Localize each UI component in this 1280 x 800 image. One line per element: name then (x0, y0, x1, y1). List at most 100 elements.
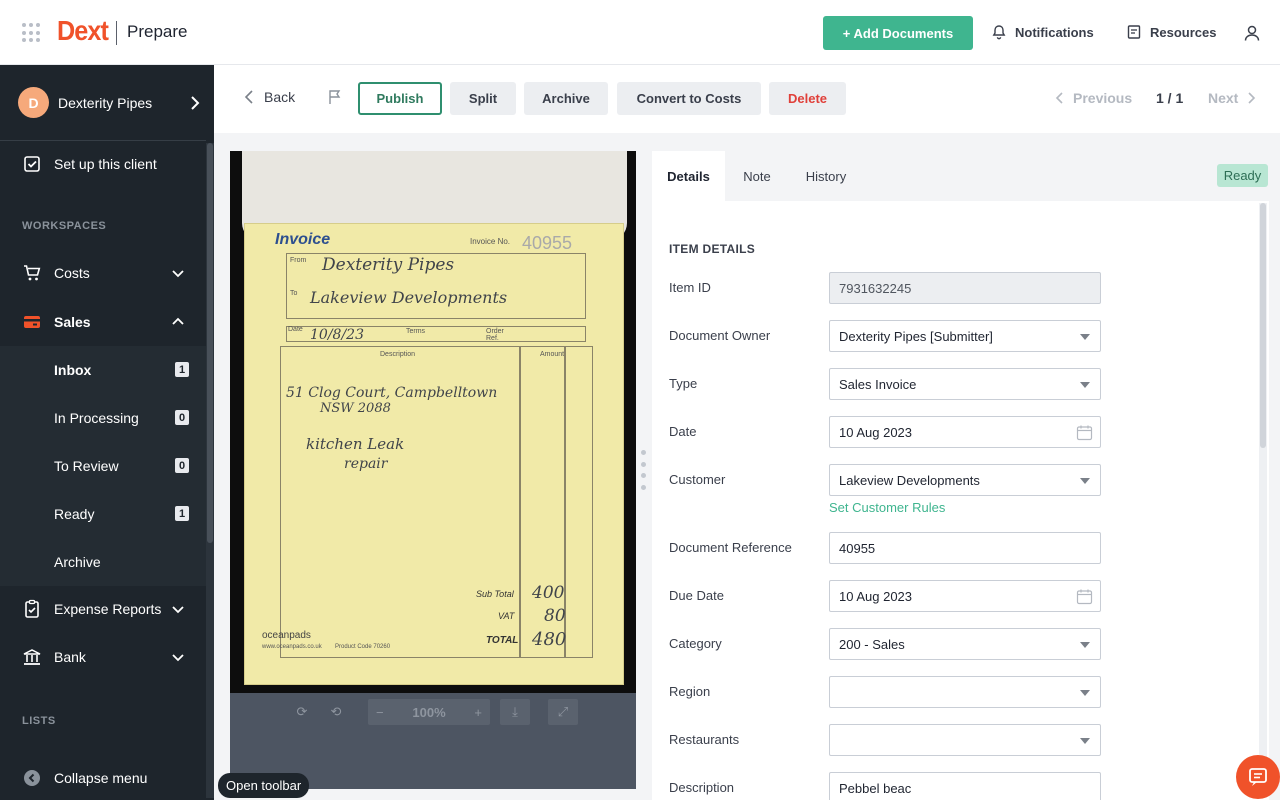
previous-button[interactable]: Previous (1055, 90, 1132, 106)
customer-select[interactable]: Lakeview Developments (829, 464, 1101, 496)
client-avatar: D (18, 87, 49, 118)
credit-card-icon (24, 316, 40, 328)
details-scrollbar[interactable] (1259, 203, 1267, 793)
document-owner-value: Dexterity Pipes [Submitter] (839, 328, 993, 344)
set-customer-rules-link[interactable]: Set Customer Rules (829, 500, 945, 515)
description-line: 51 Clog Court, Campbelltown (286, 385, 498, 401)
download-icon[interactable]: ⤓ (500, 699, 530, 725)
notifications-link[interactable]: Notifications (991, 24, 1094, 40)
type-value: Sales Invoice (839, 376, 917, 392)
caret-down-icon (1080, 382, 1090, 388)
due-date-field[interactable]: 10 Aug 2023 (829, 580, 1101, 612)
back-button[interactable]: Back (244, 89, 295, 105)
description-input[interactable]: Pebbel beac (829, 772, 1101, 800)
user-icon[interactable] (1243, 24, 1261, 42)
details-panel: Details Note History Ready ITEM DETAILS … (652, 151, 1269, 800)
chevron-left-icon (244, 90, 253, 104)
customer-label: Customer (669, 472, 726, 487)
item-id-field: 7931632245 (829, 272, 1101, 304)
sidebar-item-label: Expense Reports (54, 601, 162, 617)
sidebar-item-costs[interactable]: Costs (0, 249, 206, 297)
document-viewer[interactable]: Invoice Invoice No. 40955 From Dexterity… (230, 151, 636, 789)
restaurants-select[interactable] (829, 724, 1101, 756)
rotate-right-icon[interactable]: ⟳ (288, 699, 316, 725)
to-value: Lakeview Developments (310, 288, 508, 307)
add-documents-button[interactable]: + Add Documents (823, 16, 973, 50)
expand-icon[interactable]: ⤢ (548, 699, 578, 725)
resources-link[interactable]: Resources (1126, 24, 1216, 40)
tab-details[interactable]: Details (652, 151, 725, 201)
category-label: Category (669, 636, 722, 651)
count-badge: 1 (175, 362, 189, 377)
date-label: Date (288, 326, 303, 333)
sidebar-item-label: Costs (54, 265, 90, 281)
calendar-icon[interactable] (1076, 424, 1093, 441)
logo-divider (116, 21, 117, 45)
sidebar-item-label: To Review (54, 458, 119, 474)
sidebar-item-bank[interactable]: Bank (0, 633, 206, 681)
chat-support-button[interactable] (1236, 755, 1280, 799)
sidebar-item-to-review[interactable]: To Review 0 (0, 442, 206, 490)
split-button[interactable]: Split (450, 82, 516, 115)
due-date-value: 10 Aug 2023 (839, 588, 913, 604)
client-selector[interactable]: D Dexterity Pipes (0, 65, 206, 141)
zoom-level: 100% (412, 704, 446, 720)
delete-button[interactable]: Delete (769, 82, 846, 115)
cart-icon (24, 265, 41, 281)
clipboard-check-icon (25, 599, 39, 618)
convert-to-costs-button[interactable]: Convert to Costs (617, 82, 761, 115)
notifications-label: Notifications (1015, 24, 1094, 40)
panel-resize-handle[interactable] (641, 450, 647, 490)
next-button[interactable]: Next (1208, 90, 1256, 106)
sidebar-item-archive[interactable]: Archive (0, 538, 206, 586)
client-name: Dexterity Pipes (58, 95, 153, 111)
sidebar-item-label: Set up this client (54, 156, 157, 172)
description-label: Description (669, 780, 735, 795)
sidebar-item-expense-reports[interactable]: Expense Reports (0, 585, 206, 633)
collapse-menu-button[interactable]: Collapse menu (0, 754, 206, 800)
sidebar-item-label: Collapse menu (54, 770, 148, 786)
document-reference-input[interactable]: 40955 (829, 532, 1101, 564)
tab-history[interactable]: History (794, 151, 858, 201)
sidebar-scrollbar[interactable] (206, 143, 214, 798)
description-header: Description (380, 351, 416, 358)
sidebar-item-inbox[interactable]: Inbox 1 (0, 346, 206, 394)
dext-logo[interactable]: Dext (57, 15, 109, 47)
region-select[interactable] (829, 676, 1101, 708)
pad-url: www.oceanpads.co.uk (262, 644, 322, 650)
caret-down-icon (1080, 642, 1090, 648)
from-value: Dexterity Pipes (322, 255, 455, 275)
rotate-left-icon[interactable]: ⟲ (322, 699, 350, 725)
sidebar-item-setup[interactable]: Set up this client (0, 140, 206, 188)
type-select[interactable]: Sales Invoice (829, 368, 1101, 400)
sidebar-item-ready[interactable]: Ready 1 (0, 490, 206, 538)
sidebar-item-sales[interactable]: Sales (0, 298, 206, 346)
item-id-label: Item ID (669, 280, 711, 295)
date-field[interactable]: 10 Aug 2023 (829, 416, 1101, 448)
sidebar-item-label: Archive (54, 554, 101, 570)
app-switcher-icon[interactable] (22, 23, 42, 43)
calendar-icon[interactable] (1076, 588, 1093, 605)
status-badge: Ready (1217, 164, 1268, 187)
open-toolbar-tooltip[interactable]: Open toolbar (218, 773, 310, 798)
caret-down-icon (1080, 738, 1090, 744)
vat-value: 80 (544, 606, 566, 626)
book-icon (1127, 25, 1141, 39)
zoom-control: − 100% + (368, 699, 490, 725)
document-toolbar: Back Publish Split Archive Convert to Co… (214, 65, 1280, 133)
sidebar: D Dexterity Pipes Set up this client WOR… (0, 65, 214, 800)
invoice-no-label: Invoice No. (470, 237, 511, 246)
flag-icon[interactable] (327, 89, 343, 105)
zoom-out-icon[interactable]: − (376, 705, 384, 720)
chat-icon (1249, 768, 1267, 786)
zoom-in-icon[interactable]: + (474, 705, 482, 720)
count-badge: 0 (175, 410, 189, 425)
sidebar-item-in-processing[interactable]: In Processing 0 (0, 394, 206, 442)
category-select[interactable]: 200 - Sales (829, 628, 1101, 660)
document-owner-select[interactable]: Dexterity Pipes [Submitter] (829, 320, 1101, 352)
customer-value: Lakeview Developments (839, 472, 980, 488)
archive-button[interactable]: Archive (524, 82, 608, 115)
publish-button[interactable]: Publish (358, 82, 442, 115)
invoice-heading: Invoice (275, 231, 331, 248)
tab-note[interactable]: Note (727, 151, 787, 201)
